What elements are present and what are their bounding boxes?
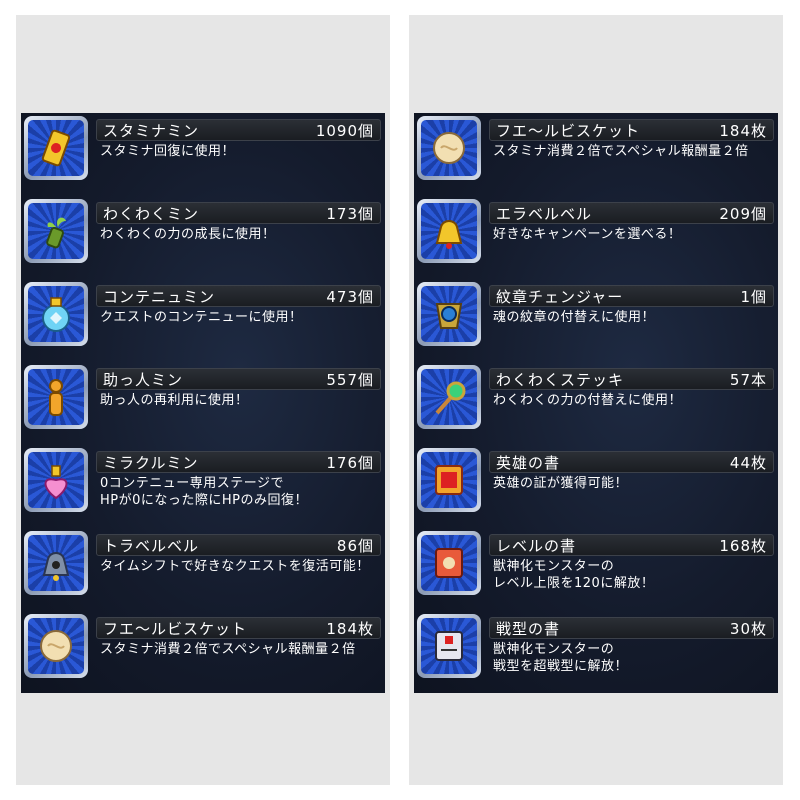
item-count: 209個 bbox=[719, 204, 767, 223]
item-count: 557個 bbox=[326, 370, 374, 389]
item-name-bar: 助っ人ミン 557個 bbox=[96, 368, 381, 390]
list-item[interactable]: トラベルベル 86個 タイムシフトで好きなクエストを復活可能！ bbox=[21, 528, 385, 600]
item-description: 魂の紋章の付替えに使用！ bbox=[493, 310, 656, 325]
item-name: フエ〜ルビスケット bbox=[103, 619, 248, 638]
item-description: クエストのコンテニューに使用！ bbox=[100, 310, 303, 325]
gold-bell-icon bbox=[417, 199, 481, 263]
item-count: 1090個 bbox=[315, 121, 374, 140]
travel-bell-icon bbox=[24, 531, 88, 595]
item-description: スタミナ消費２倍でスペシャル報酬量２倍 bbox=[493, 144, 749, 159]
item-name: 助っ人ミン bbox=[103, 370, 184, 389]
item-description: 0コンテニュー専用ステージで HPが0になった際にHPのみ回復！ bbox=[100, 476, 309, 508]
blue-potion-icon bbox=[24, 282, 88, 346]
item-description: 助っ人の再利用に使用！ bbox=[100, 393, 249, 408]
item-list-left: スタミナミン 1090個 スタミナ回復に使用！ わくわくミン 173個 わくわく… bbox=[21, 113, 385, 693]
item-name-bar: スタミナミン 1090個 bbox=[96, 119, 381, 141]
item-name-bar: トラベルベル 86個 bbox=[96, 534, 381, 556]
item-description: スタミナ消費２倍でスペシャル報酬量２倍 bbox=[100, 642, 356, 657]
hero-scroll-icon bbox=[417, 448, 481, 512]
list-item[interactable]: 紋章チェンジャー 1個 魂の紋章の付替えに使用！ bbox=[414, 279, 778, 351]
item-description: わくわくの力の成長に使用！ bbox=[100, 227, 276, 242]
biscuit-icon bbox=[417, 116, 481, 180]
item-count: 176個 bbox=[326, 453, 374, 472]
item-count: 473個 bbox=[326, 287, 374, 306]
item-name: わくわくミン bbox=[103, 204, 200, 223]
item-name-bar: 紋章チェンジャー 1個 bbox=[489, 285, 774, 307]
item-count: 168枚 bbox=[719, 536, 767, 555]
item-description: わくわくの力の付替えに使用！ bbox=[493, 393, 683, 408]
item-name: フエ〜ルビスケット bbox=[496, 121, 641, 140]
list-item[interactable]: わくわくミン 173個 わくわくの力の成長に使用！ bbox=[21, 196, 385, 268]
item-name: トラベルベル bbox=[103, 536, 200, 555]
right-screenshot-panel: フエ〜ルビスケット 184枚 スタミナ消費２倍でスペシャル報酬量２倍 エラベルベ… bbox=[409, 15, 783, 785]
item-name-bar: フエ〜ルビスケット 184枚 bbox=[96, 617, 381, 639]
item-count: 44枚 bbox=[729, 453, 767, 472]
item-name: レベルの書 bbox=[496, 536, 577, 555]
item-description: 好きなキャンペーンを選べる！ bbox=[493, 227, 682, 242]
item-description: タイムシフトで好きなクエストを復活可能！ bbox=[100, 559, 370, 574]
list-item[interactable]: フエ〜ルビスケット 184枚 スタミナ消費２倍でスペシャル報酬量２倍 bbox=[414, 113, 778, 185]
item-count: 184枚 bbox=[719, 121, 767, 140]
item-name: わくわくステッキ bbox=[496, 370, 625, 389]
left-screenshot-panel: スタミナミン 1090個 スタミナ回復に使用！ わくわくミン 173個 わくわく… bbox=[16, 15, 390, 785]
item-description: スタミナ回復に使用！ bbox=[100, 144, 236, 159]
item-count: 86個 bbox=[336, 536, 374, 555]
stamina-can-icon bbox=[24, 116, 88, 180]
biscuit-icon bbox=[24, 614, 88, 678]
item-name-bar: わくわくミン 173個 bbox=[96, 202, 381, 224]
item-count: 57本 bbox=[729, 370, 767, 389]
sprout-bottle-icon bbox=[24, 199, 88, 263]
item-name: スタミナミン bbox=[103, 121, 200, 140]
level-scroll-icon bbox=[417, 531, 481, 595]
item-count: 30枚 bbox=[729, 619, 767, 638]
item-name-bar: フエ〜ルビスケット 184枚 bbox=[489, 119, 774, 141]
item-name-bar: ミラクルミン 176個 bbox=[96, 451, 381, 473]
item-name-bar: 戦型の書 30枚 bbox=[489, 617, 774, 639]
list-item[interactable]: コンテニュミン 473個 クエストのコンテニューに使用！ bbox=[21, 279, 385, 351]
list-item[interactable]: レベルの書 168枚 獣神化モンスターの レベル上限を120に解放！ bbox=[414, 528, 778, 600]
item-name-bar: コンテニュミン 473個 bbox=[96, 285, 381, 307]
emblem-changer-icon bbox=[417, 282, 481, 346]
list-item[interactable]: フエ〜ルビスケット 184枚 スタミナ消費２倍でスペシャル報酬量２倍 bbox=[21, 611, 385, 683]
item-name-bar: レベルの書 168枚 bbox=[489, 534, 774, 556]
list-item[interactable]: わくわくステッキ 57本 わくわくの力の付替えに使用！ bbox=[414, 362, 778, 434]
item-name: コンテニュミン bbox=[103, 287, 216, 306]
item-name: エラベルベル bbox=[496, 204, 593, 223]
list-item[interactable]: 英雄の書 44枚 英雄の証が獲得可能！ bbox=[414, 445, 778, 517]
item-name: 英雄の書 bbox=[496, 453, 561, 472]
item-name-bar: 英雄の書 44枚 bbox=[489, 451, 774, 473]
item-count: 184枚 bbox=[326, 619, 374, 638]
list-item[interactable]: 助っ人ミン 557個 助っ人の再利用に使用！ bbox=[21, 362, 385, 434]
helper-figure-icon bbox=[24, 365, 88, 429]
list-item[interactable]: エラベルベル 209個 好きなキャンペーンを選べる！ bbox=[414, 196, 778, 268]
item-description: 獣神化モンスターの レベル上限を120に解放！ bbox=[493, 559, 655, 591]
list-item[interactable]: スタミナミン 1090個 スタミナ回復に使用！ bbox=[21, 113, 385, 185]
item-description: 英雄の証が獲得可能！ bbox=[493, 476, 629, 491]
battle-scroll-icon bbox=[417, 614, 481, 678]
item-name-bar: わくわくステッキ 57本 bbox=[489, 368, 774, 390]
item-count: 173個 bbox=[326, 204, 374, 223]
item-name-bar: エラベルベル 209個 bbox=[489, 202, 774, 224]
item-name: 紋章チェンジャー bbox=[496, 287, 624, 306]
item-list-right: フエ〜ルビスケット 184枚 スタミナ消費２倍でスペシャル報酬量２倍 エラベルベ… bbox=[414, 113, 778, 693]
list-item[interactable]: 戦型の書 30枚 獣神化モンスターの 戦型を超戦型に解放！ bbox=[414, 611, 778, 683]
item-description: 獣神化モンスターの 戦型を超戦型に解放！ bbox=[493, 642, 629, 674]
item-name: 戦型の書 bbox=[496, 619, 561, 638]
wand-icon bbox=[417, 365, 481, 429]
item-count: 1個 bbox=[740, 287, 767, 306]
list-item[interactable]: ミラクルミン 176個 0コンテニュー専用ステージで HPが0になった際にHPの… bbox=[21, 445, 385, 517]
pink-potion-icon bbox=[24, 448, 88, 512]
item-name: ミラクルミン bbox=[103, 453, 199, 472]
